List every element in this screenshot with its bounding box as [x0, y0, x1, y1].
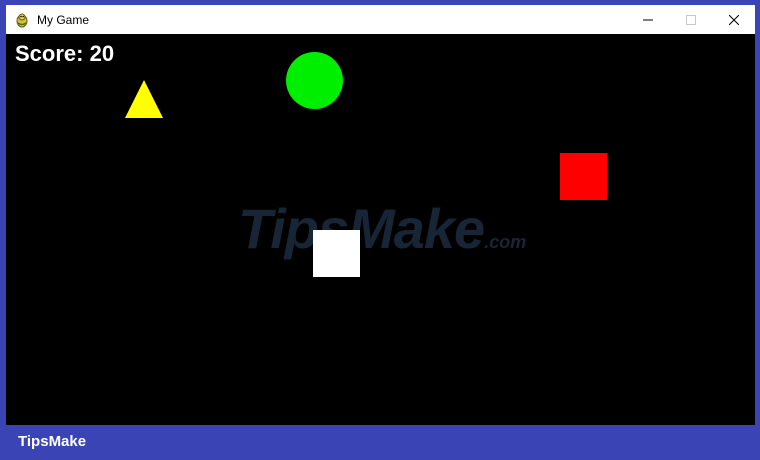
window-controls: [626, 5, 755, 34]
red-square: [560, 153, 607, 200]
pygame-snake-icon: [14, 12, 30, 28]
maximize-button[interactable]: [669, 5, 712, 34]
maximize-icon: [685, 14, 696, 25]
score-label: Score: 20: [15, 41, 115, 66]
window-title: My Game: [37, 12, 90, 27]
close-icon: [728, 14, 739, 25]
yellow-triangle: [125, 80, 163, 118]
page-frame: My Game Score: 20 TipsMake.com TipsMake: [0, 0, 760, 460]
white-square-player: [313, 230, 360, 277]
game-canvas[interactable]: Score: 20 TipsMake.com: [6, 34, 755, 425]
title-bar[interactable]: My Game: [6, 5, 755, 34]
minimize-button[interactable]: [626, 5, 669, 34]
watermark-main: TipsMake: [238, 197, 485, 260]
green-circle: [286, 52, 343, 109]
watermark: TipsMake.com: [238, 196, 526, 261]
watermark-suffix: .com: [484, 232, 527, 252]
footer-brand: TipsMake: [18, 433, 87, 450]
minimize-icon: [642, 19, 653, 20]
close-button[interactable]: [712, 5, 755, 34]
game-window: My Game Score: 20 TipsMake.com: [6, 5, 755, 425]
